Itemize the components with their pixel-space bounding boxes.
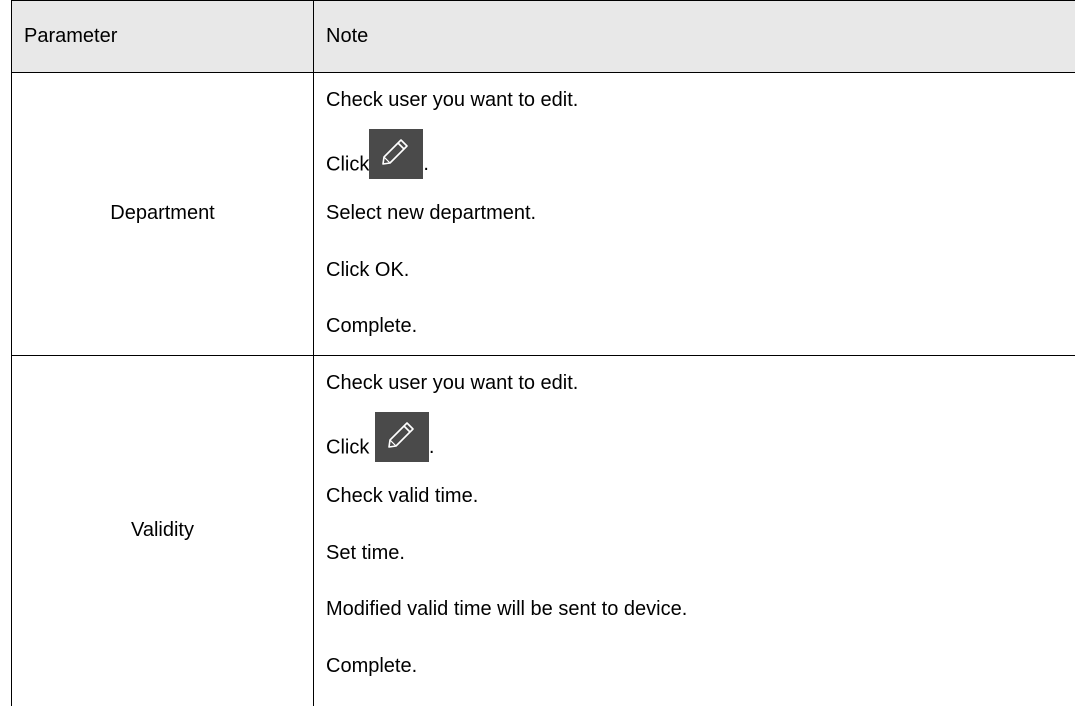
list-item: Select new department. <box>326 202 537 224</box>
table-row-divider <box>11 72 1075 73</box>
list-item: Complete. <box>326 315 418 337</box>
list-item: Check user you want to edit. <box>326 89 579 111</box>
table-row-divider <box>11 355 1075 356</box>
table-border-top <box>11 0 1075 1</box>
header-note: Note <box>326 25 369 47</box>
table-header-row: Parameter Note <box>11 0 1075 72</box>
list-item: Click OK. <box>326 258 410 281</box>
list-item: Modified valid time will be sent to devi… <box>326 598 688 620</box>
param-validity: Validity <box>131 519 194 541</box>
header-parameter: Parameter <box>24 25 118 47</box>
edit-icon <box>374 411 429 462</box>
list-item: Check valid time. <box>326 485 479 507</box>
list-item: Click . <box>326 128 578 186</box>
click-text: Click <box>326 153 370 175</box>
table-border-left <box>11 0 12 706</box>
table-column-divider <box>313 0 314 706</box>
click-text: Click <box>326 436 375 458</box>
list-item: Click . <box>326 411 687 469</box>
parameter-table: Parameter Note Department Check user you… <box>11 0 1075 706</box>
param-department: Department <box>110 202 215 224</box>
note-list-department: Check user you want to edit. Click . Sel… <box>326 72 578 355</box>
note-list-validity: Check user you want to edit. Click . Che… <box>326 355 687 694</box>
period-text: . <box>428 436 435 458</box>
period-text: . <box>423 153 429 175</box>
list-item: Check user you want to edit. <box>326 372 579 394</box>
edit-icon <box>369 128 424 179</box>
list-item: Complete. <box>326 654 418 677</box>
list-item: Set time. <box>326 541 405 564</box>
